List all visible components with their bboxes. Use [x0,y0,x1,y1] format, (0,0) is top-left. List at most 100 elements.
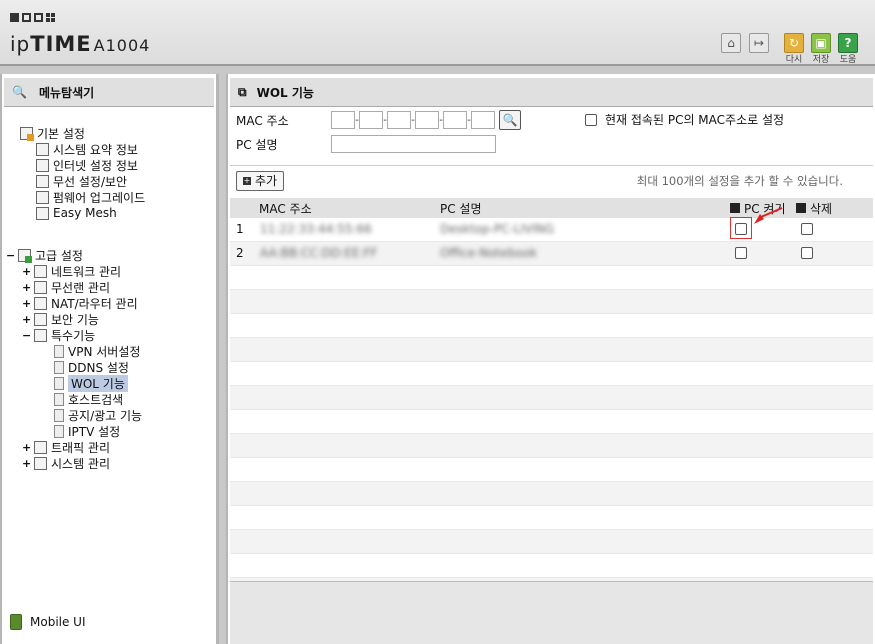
wifi-icon [34,280,47,294]
row-desc: Desktop-PC-LIVING [440,222,555,236]
mobile-ui-link[interactable]: Mobile UI [10,614,86,630]
current-pc-checkbox[interactable] [585,113,597,126]
mac-label: MAC 주소 [236,113,289,128]
tree-item-system-summary[interactable]: 시스템 요약 정보 [36,141,138,157]
tools-icon [34,328,47,342]
search-icon: 🔍 [502,113,518,127]
col-delete: 삭제 [796,200,832,217]
mac-octet-1[interactable] [331,111,355,129]
logout-icon[interactable]: ↦ [749,33,769,53]
page-icon [54,408,64,422]
expand-icon[interactable]: + [22,297,31,310]
tree-item-system[interactable]: + 시스템 관리 [22,455,110,471]
tree-basic-settings[interactable]: 기본 설정 [20,125,85,141]
logo-squares [10,13,55,22]
wake-checkbox[interactable] [735,247,747,259]
toolbar: + 추가 최대 100개의 설정을 추가 할 수 있습니다. [230,165,873,195]
arrow-annotation [754,207,783,224]
menu-explorer-icon: 🔍 [12,85,27,99]
tree-item-special[interactable]: − 특수기능 [22,327,95,343]
mac-octet-6[interactable] [471,111,495,129]
empty-row [230,266,873,290]
expand-icon[interactable]: + [22,265,31,278]
home-icon[interactable]: ⌂ [721,33,741,53]
mac-octet-3[interactable] [387,111,411,129]
refresh-label: 다시 [785,55,803,65]
tree-item-iptv[interactable]: IPTV 설정 [54,423,120,439]
page-icon [54,360,64,374]
save-icon[interactable]: ▣ [811,33,831,53]
main-panel: ⧉ WOL 기능 MAC 주소 - - - - - 🔍 현재 접속된 PC의 M… [226,74,875,644]
expand-icon[interactable]: + [22,313,31,326]
empty-row [230,338,873,362]
tree-item-vpn[interactable]: VPN 서버설정 [54,343,140,359]
tree-item-notice[interactable]: 공지/광고 기능 [54,407,142,423]
col-desc: PC 설명 [440,201,482,216]
chart-icon [34,456,47,470]
tree-item-internet-info[interactable]: 인터넷 설정 정보 [36,157,138,173]
tree-item-traffic[interactable]: + 트래픽 관리 [22,439,110,455]
tree-item-nat[interactable]: + NAT/라우터 관리 [22,295,138,311]
page-icon [54,392,64,406]
row-mac: 11:22:33:44:55:66 [260,222,372,236]
tree-item-host-search[interactable]: 호스트검색 [54,391,123,407]
expand-icon[interactable]: + [22,441,31,454]
help-label: 도움 [839,55,857,65]
tree-item-network[interactable]: + 네트워크 관리 [22,263,121,279]
upgrade-icon [36,190,49,204]
tree-item-firmware[interactable]: 펌웨어 업그레이드 [36,189,145,205]
empty-row [230,410,873,434]
save-label: 저장 [812,55,830,65]
empty-row [230,506,873,530]
empty-row [230,386,873,410]
collapse-icon[interactable]: − [22,329,31,342]
delete-checkbox[interactable] [801,247,813,259]
collapse-icon[interactable]: − [6,249,15,262]
page-icon [54,376,64,390]
expand-icon[interactable]: + [22,457,31,470]
mac-octet-2[interactable] [359,111,383,129]
refresh-icon[interactable]: ↻ [784,33,804,53]
current-pc-option[interactable]: 현재 접속된 PC의 MAC주소로 설정 [585,111,784,128]
page-title: WOL 기능 [256,85,314,100]
traffic-icon [34,440,47,454]
wifi-icon [36,174,49,188]
plus-icon: + [243,175,251,185]
page-icon [54,344,64,358]
tree-item-easy-mesh[interactable]: Easy Mesh [36,205,117,221]
page-icon [54,424,64,438]
header: ipTIME A1004 ⌂ ↦ ↻ 다시 ▣ 저장 ? 도움 [0,0,875,66]
empty-row [230,290,873,314]
limit-note: 최대 100개의 설정을 추가 할 수 있습니다. [636,173,843,188]
tree-advanced-settings[interactable]: − 고급 설정 [6,247,83,263]
wol-table: MAC 주소 PC 설명 PC 켜기 삭제 1 11:22:33:44:55:6… [230,198,873,602]
tree-item-wireless-security[interactable]: 무선 설정/보안 [36,173,127,189]
brand-logo: ipTIME A1004 [10,32,151,56]
chart-icon [36,142,49,156]
empty-row [230,530,873,554]
mac-octet-5[interactable] [443,111,467,129]
tree-item-security[interactable]: + 보안 기능 [22,311,99,327]
wake-checkbox[interactable] [735,223,747,235]
delete-checkbox[interactable] [801,223,813,235]
pc-desc-input[interactable] [331,135,496,153]
pc-desc-label: PC 설명 [236,137,278,152]
add-button[interactable]: + 추가 [236,170,285,191]
mobile-icon [10,614,22,630]
row-desc: Office-Notebook [440,246,538,260]
help-icon[interactable]: ? [838,33,858,53]
tree-item-wlan[interactable]: + 무선랜 관리 [22,279,110,295]
tree-item-ddns[interactable]: DDNS 설정 [54,359,129,375]
expand-icon[interactable]: + [22,281,31,294]
current-pc-label: 현재 접속된 PC의 MAC주소로 설정 [605,113,785,127]
footer-bar [230,581,873,644]
empty-row [230,314,873,338]
tree-item-wol[interactable]: WOL 기능 [54,374,128,392]
mac-octet-4[interactable] [415,111,439,129]
lock-icon [34,312,47,326]
empty-row [230,482,873,506]
wake-icon [730,203,740,213]
search-button[interactable]: 🔍 [499,110,521,130]
row-mac: AA:BB:CC:DD:EE:FF [260,246,378,260]
mesh-icon [36,206,49,220]
